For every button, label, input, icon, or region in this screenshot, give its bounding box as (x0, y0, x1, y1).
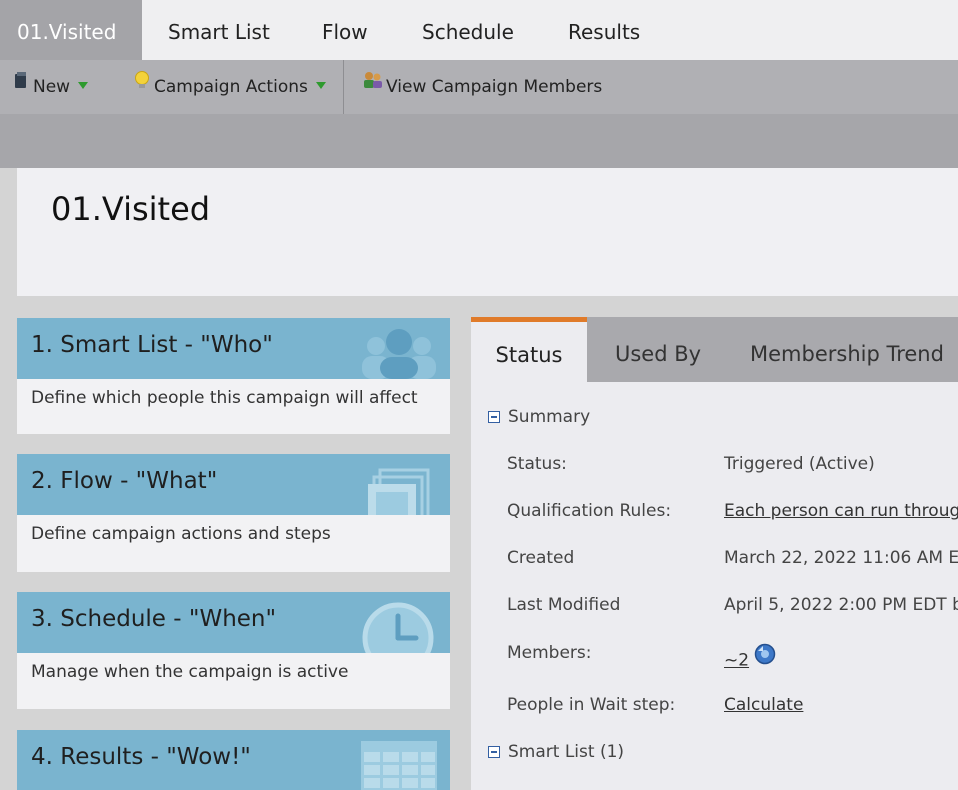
top-tab-bar: 01.Visited Smart List Flow Schedule Resu… (0, 0, 958, 60)
members-icon (362, 58, 384, 112)
collapse-icon (488, 746, 500, 758)
summary-header: Summary (508, 407, 591, 427)
last-modified-label: Last Modified (507, 595, 621, 615)
tab-results[interactable]: Results (568, 0, 640, 60)
campaign-actions-label: Campaign Actions (154, 77, 308, 97)
page-title: 01.Visited (51, 190, 211, 228)
campaign-header-panel: 01.Visited (17, 168, 958, 296)
card-header: 3. Schedule - "When" (17, 592, 450, 653)
calculate-link[interactable]: Calculate (724, 695, 803, 715)
people-in-wait-label: People in Wait step: (507, 695, 676, 715)
stack-icon (366, 468, 432, 515)
members-value-group: ~2 (724, 643, 780, 674)
smart-list-section-header: Smart List (1) (508, 742, 625, 762)
new-icon (13, 58, 29, 112)
status-value: Triggered (Active) (724, 454, 875, 474)
members-count-link[interactable]: ~2 (724, 651, 749, 671)
last-modified-value: April 5, 2022 2:00 PM EDT by (724, 595, 958, 615)
tab-membership-trend[interactable]: Membership Trend (750, 317, 944, 382)
table-icon (360, 740, 438, 790)
toolbar: New Campaign Actions View Campaign Membe… (0, 60, 958, 114)
results-card[interactable]: 4. Results - "Wow!" (17, 730, 450, 790)
card-header: 2. Flow - "What" (17, 454, 450, 515)
campaign-actions-dropdown-icon (315, 81, 326, 89)
flow-card[interactable]: 2. Flow - "What" Define campaign actions… (17, 454, 450, 572)
detail-tab-bar: Status Used By Membership Trend (471, 317, 958, 382)
created-label: Created (507, 548, 575, 568)
tab-campaign[interactable]: 01.Visited (0, 0, 143, 60)
tab-status[interactable]: Status (471, 317, 587, 382)
summary-section-toggle[interactable]: Summary (488, 407, 590, 427)
status-label: Status: (507, 454, 567, 474)
created-value: March 22, 2022 11:06 AM EDT (724, 548, 958, 568)
card-title: 3. Schedule - "When" (31, 606, 277, 632)
toolbar-divider (343, 60, 344, 114)
new-button[interactable]: New (13, 58, 89, 114)
collapse-icon (488, 411, 500, 423)
card-header: 4. Results - "Wow!" (17, 730, 450, 790)
view-campaign-members-button[interactable]: View Campaign Members (362, 60, 602, 114)
clock-icon (360, 600, 436, 653)
new-label: New (33, 77, 71, 97)
smart-list-section-toggle[interactable]: Smart List (1) (488, 742, 624, 762)
lightbulb-icon (134, 58, 150, 112)
card-description: Define campaign actions and steps (31, 524, 331, 544)
tab-flow[interactable]: Flow (322, 0, 368, 60)
smart-list-card[interactable]: 1. Smart List - "Who" Define which peopl… (17, 318, 450, 434)
card-title: 4. Results - "Wow!" (31, 744, 251, 770)
refresh-members-icon[interactable] (754, 643, 776, 670)
schedule-card[interactable]: 3. Schedule - "When" Manage when the cam… (17, 592, 450, 709)
card-title: 2. Flow - "What" (31, 468, 218, 494)
new-dropdown-icon (78, 81, 89, 89)
tab-used-by[interactable]: Used By (615, 317, 701, 382)
view-campaign-members-label: View Campaign Members (386, 77, 603, 97)
tab-smart-list[interactable]: Smart List (168, 0, 270, 60)
card-header: 1. Smart List - "Who" (17, 318, 450, 379)
tab-schedule[interactable]: Schedule (422, 0, 514, 60)
card-description: Define which people this campaign will a… (31, 388, 418, 408)
campaign-detail-panel: Status Used By Membership Trend Summary … (471, 317, 958, 790)
sub-toolbar (0, 114, 958, 168)
card-description: Manage when the campaign is active (31, 662, 349, 682)
card-title: 1. Smart List - "Who" (31, 332, 273, 358)
qualification-rules-link[interactable]: Each person can run through (724, 501, 958, 521)
people-icon (360, 324, 438, 379)
members-label: Members: (507, 643, 592, 663)
qualification-rules-label: Qualification Rules: (507, 501, 672, 521)
campaign-actions-button[interactable]: Campaign Actions (134, 60, 326, 114)
